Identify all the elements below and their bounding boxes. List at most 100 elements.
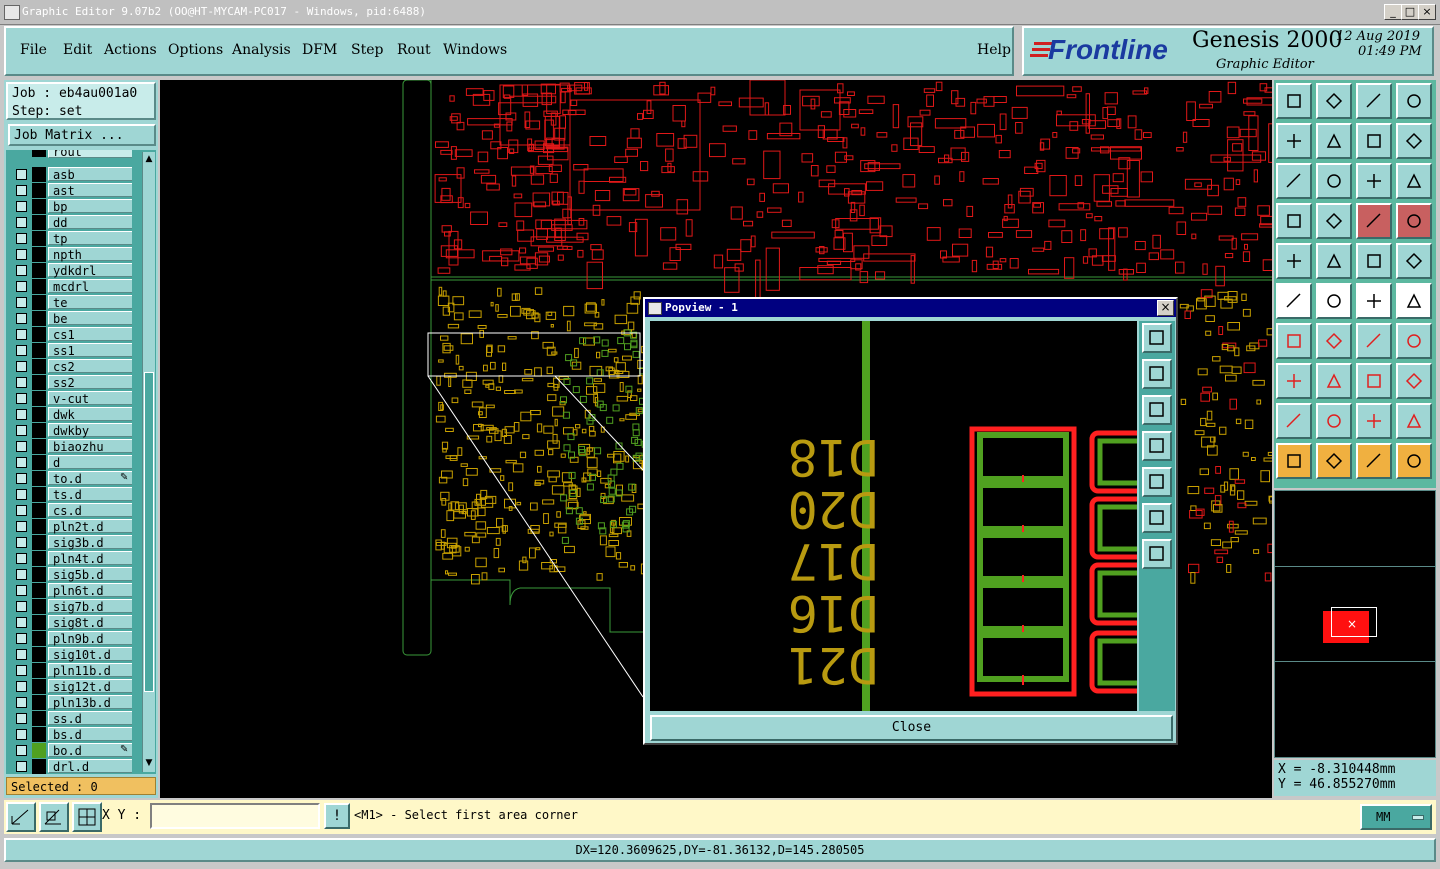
layer-checkbox[interactable] bbox=[16, 489, 27, 500]
layer-color-swatch[interactable] bbox=[32, 423, 46, 438]
line-tool[interactable] bbox=[1316, 243, 1352, 279]
layer-row-partial-top[interactable]: rout bbox=[12, 150, 132, 165]
move-down-tool[interactable] bbox=[1316, 83, 1352, 119]
layer-checkbox[interactable] bbox=[16, 169, 27, 180]
layer-list[interactable]: rout asb ast bp dd tp npth ydkdrl mcdrl te be cs1 s… bbox=[6, 150, 156, 774]
scroll-thumb[interactable] bbox=[144, 372, 154, 692]
layer-color-swatch[interactable] bbox=[32, 695, 46, 710]
triangle-tool[interactable] bbox=[1276, 403, 1312, 439]
arrow-tool[interactable] bbox=[1316, 403, 1352, 439]
layer-color-swatch[interactable] bbox=[32, 231, 46, 246]
layer-color-swatch[interactable] bbox=[32, 487, 46, 502]
select-tool[interactable] bbox=[1276, 443, 1312, 479]
layer-checkbox[interactable] bbox=[16, 201, 27, 212]
layer-checkbox[interactable] bbox=[16, 521, 27, 532]
pop-zoom-in-tool[interactable] bbox=[1142, 323, 1172, 353]
layer-color-swatch[interactable] bbox=[32, 359, 46, 374]
layer-checkbox[interactable] bbox=[16, 249, 27, 260]
layer-color-swatch[interactable] bbox=[32, 647, 46, 662]
units-select[interactable]: MM bbox=[1360, 804, 1432, 830]
layer-row[interactable]: ss1 bbox=[12, 343, 132, 358]
layer-color-swatch[interactable] bbox=[32, 551, 46, 566]
layer-row[interactable]: dd bbox=[12, 215, 132, 230]
layer-color-swatch[interactable] bbox=[32, 439, 46, 454]
layer-color-swatch[interactable] bbox=[32, 247, 46, 262]
popview-title-bar[interactable]: Popview - 1 × bbox=[645, 299, 1176, 317]
redraw-tool[interactable] bbox=[1396, 123, 1432, 159]
help-tool[interactable] bbox=[1396, 163, 1432, 199]
maximize-button[interactable]: □ bbox=[1401, 4, 1419, 20]
layer-color-swatch[interactable] bbox=[32, 471, 46, 486]
layer-color-swatch[interactable] bbox=[32, 167, 46, 182]
layer-color-swatch[interactable] bbox=[32, 711, 46, 726]
menu-windows[interactable]: Windows bbox=[443, 42, 507, 58]
layer-checkbox[interactable] bbox=[16, 681, 27, 692]
layer-row[interactable]: pln9b.d bbox=[12, 631, 132, 646]
minimize-button[interactable]: _ bbox=[1384, 4, 1402, 20]
layer-checkbox[interactable] bbox=[16, 569, 27, 580]
layer-color-swatch[interactable] bbox=[32, 343, 46, 358]
cut-tool[interactable] bbox=[1316, 363, 1352, 399]
layer-color-swatch[interactable] bbox=[32, 407, 46, 422]
layer-row[interactable]: cs2 bbox=[12, 359, 132, 374]
layer-color-swatch[interactable] bbox=[32, 295, 46, 310]
layer-row[interactable]: pln4t.d bbox=[12, 551, 132, 566]
layer-checkbox[interactable] bbox=[16, 585, 27, 596]
attribute-tool[interactable] bbox=[1396, 323, 1432, 359]
layer-color-swatch[interactable] bbox=[32, 519, 46, 534]
layer-color-swatch[interactable] bbox=[32, 215, 46, 230]
layer-color-swatch[interactable] bbox=[32, 455, 46, 470]
layer-color-swatch[interactable] bbox=[32, 183, 46, 198]
layer-color-swatch[interactable] bbox=[32, 679, 46, 694]
popview-canvas[interactable]: D18 D20 D17 D16 D21 bbox=[650, 321, 1137, 711]
menu-options[interactable]: Options bbox=[168, 42, 223, 58]
layer-row[interactable]: biaozhu bbox=[12, 439, 132, 454]
menu-edit[interactable]: Edit bbox=[63, 42, 92, 58]
layer-row[interactable]: mcdrl bbox=[12, 279, 132, 294]
layer-checkbox[interactable] bbox=[16, 601, 27, 612]
layer-checkbox[interactable] bbox=[16, 713, 27, 724]
layer-row[interactable]: to.d ✎ bbox=[12, 471, 132, 486]
layer-row[interactable]: cs1 bbox=[12, 327, 132, 342]
layer-row[interactable]: npth bbox=[12, 247, 132, 262]
layer-checkbox[interactable] bbox=[16, 345, 27, 356]
layer-row[interactable]: ss.d bbox=[12, 711, 132, 726]
pad-tool[interactable] bbox=[1396, 243, 1432, 279]
layer-checkbox[interactable] bbox=[16, 313, 27, 324]
pop-fit-tool[interactable] bbox=[1142, 503, 1172, 533]
layer-color-swatch[interactable] bbox=[32, 263, 46, 278]
overview-map[interactable]: × bbox=[1274, 490, 1436, 758]
zoom-fit-tool[interactable] bbox=[1276, 163, 1312, 199]
grid-tool-button[interactable] bbox=[72, 802, 102, 832]
layer-row[interactable]: dwk bbox=[12, 407, 132, 422]
group-tool[interactable] bbox=[1396, 363, 1432, 399]
layer-checkbox[interactable] bbox=[16, 441, 27, 452]
execute-button[interactable]: ! bbox=[324, 803, 350, 829]
layer-checkbox[interactable] bbox=[16, 329, 27, 340]
xy-input[interactable] bbox=[150, 803, 320, 829]
delete-tool[interactable] bbox=[1316, 283, 1352, 319]
layer-row[interactable]: ts.d bbox=[12, 487, 132, 502]
pan-left-tool[interactable] bbox=[1276, 123, 1312, 159]
layer-color-swatch[interactable] bbox=[32, 663, 46, 678]
pop-right-tool[interactable] bbox=[1142, 467, 1172, 497]
layer-color-swatch[interactable] bbox=[32, 583, 46, 598]
layer-row[interactable]: pln13b.d bbox=[12, 695, 132, 710]
layer-checkbox[interactable] bbox=[16, 633, 27, 644]
popview-close-x[interactable]: × bbox=[1157, 300, 1174, 316]
feature-tool[interactable] bbox=[1276, 243, 1312, 279]
add-tool[interactable] bbox=[1356, 283, 1392, 319]
layer-checkbox[interactable] bbox=[16, 409, 27, 420]
snap-tool[interactable] bbox=[1276, 363, 1312, 399]
menu-rout[interactable]: Rout bbox=[397, 42, 431, 58]
layer-checkbox[interactable] bbox=[16, 697, 27, 708]
mirror-tool[interactable] bbox=[1356, 123, 1392, 159]
layer-row[interactable]: bs.d bbox=[12, 727, 132, 742]
layer-checkbox[interactable] bbox=[16, 217, 27, 228]
layer-color-swatch[interactable] bbox=[32, 279, 46, 294]
pan-right-tool[interactable] bbox=[1316, 123, 1352, 159]
layer-row[interactable]: d bbox=[12, 455, 132, 470]
layer-checkbox[interactable] bbox=[16, 745, 27, 756]
layer-row[interactable]: ydkdrl bbox=[12, 263, 132, 278]
net-tool[interactable] bbox=[1276, 283, 1312, 319]
